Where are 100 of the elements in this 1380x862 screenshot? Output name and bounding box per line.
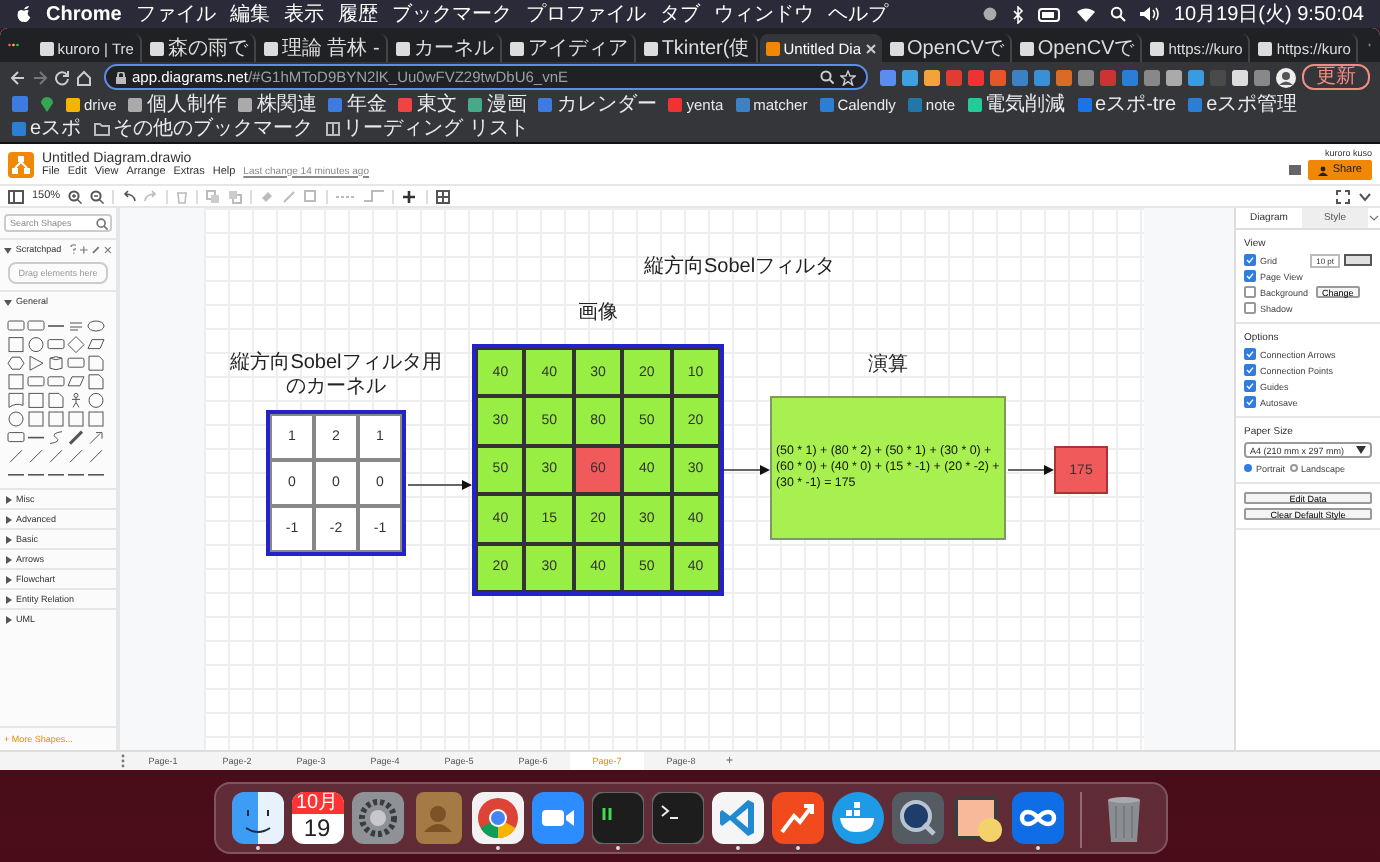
favicon-icon [889, 41, 904, 55]
chrome-logo-icon[interactable] [471, 792, 523, 844]
bookmark[interactable]: カレンダー [538, 92, 657, 116]
bookmark-icon [1188, 97, 1203, 111]
magnifier-icon[interactable] [891, 792, 943, 844]
whale-icon[interactable] [831, 792, 883, 844]
table-icon[interactable] [436, 189, 453, 203]
grid-color-swatch[interactable] [1344, 254, 1372, 266]
bookmark[interactable]: eスポ管理 [1188, 92, 1298, 116]
edit-icon[interactable] [92, 245, 101, 253]
bookmark-icon [238, 97, 253, 111]
bookmark[interactable]: eスポ [12, 116, 82, 140]
checkbox[interactable] [1244, 364, 1256, 376]
search-icon[interactable] [1109, 6, 1126, 22]
page-menu-icon[interactable] [120, 754, 126, 768]
gear-icon[interactable] [351, 792, 403, 844]
bookmark-icon [66, 97, 80, 111]
home-icon[interactable] [76, 69, 92, 85]
app-menu[interactable]: Chrome [46, 3, 122, 25]
checkbox[interactable] [1244, 396, 1256, 408]
insert-icon[interactable] [402, 189, 419, 203]
circle-icon[interactable] [981, 6, 998, 22]
menu-item[interactable]: ファイル [135, 0, 216, 28]
bookmark-icon [819, 97, 834, 111]
code-editor-icon[interactable] [711, 792, 763, 844]
folder-icon [93, 121, 110, 135]
favicon-icon [149, 41, 164, 55]
photo-stack-icon[interactable] [951, 792, 1003, 844]
menu-item[interactable]: 表示 [283, 0, 324, 28]
line-color-icon[interactable] [282, 189, 297, 203]
bookmark[interactable]: eスポ-tre [1077, 92, 1177, 116]
fullscreen-icon[interactable] [1336, 189, 1350, 203]
connector-arrow [407, 480, 472, 490]
menu-item[interactable]: プロファイル [525, 0, 646, 28]
zoom-icon[interactable] [820, 70, 834, 84]
favicon-icon [395, 41, 410, 55]
menu-item[interactable]: タブ [659, 0, 700, 28]
radio-button[interactable] [1289, 464, 1298, 472]
calendar-icon[interactable]: 10月 19 [291, 792, 343, 844]
bookmark[interactable]: 漫画 [468, 92, 527, 116]
favicon-icon [39, 41, 54, 55]
bookmark[interactable]: 年金 [328, 92, 387, 116]
apple-logo-icon[interactable] [16, 4, 32, 24]
bookmark[interactable]: 株関連 [238, 92, 317, 116]
menu-item[interactable]: 編集 [229, 0, 270, 28]
caret-icon [4, 495, 12, 503]
page-view-icon[interactable] [8, 189, 24, 203]
reading-list-icon [325, 121, 340, 135]
caret-icon [4, 575, 12, 583]
zoom-in-icon[interactable] [68, 189, 83, 203]
checkbox[interactable] [1244, 380, 1256, 392]
menu-item[interactable]: ブックマーク [391, 0, 512, 28]
bookmark[interactable]: 東文 [398, 92, 457, 116]
back-icon[interactable] [10, 69, 26, 85]
close-icon[interactable] [865, 43, 876, 53]
checkbox[interactable] [1244, 254, 1256, 266]
smiley-face-icon[interactable] [231, 792, 283, 844]
star-icon[interactable] [840, 69, 856, 85]
checkbox[interactable] [1244, 286, 1256, 298]
update-button[interactable]: 更新 [1302, 64, 1370, 90]
reading-list[interactable]: リーディング リスト [325, 116, 529, 140]
volume-icon[interactable] [1139, 6, 1160, 22]
menubar-clock[interactable]: 10月19日(火) 9:50:04 [1173, 0, 1364, 28]
zoom-out-icon[interactable] [90, 189, 105, 203]
caret-icon [4, 615, 12, 623]
bookmark[interactable]: 個人制作 [128, 92, 227, 116]
add-icon[interactable] [80, 245, 89, 253]
drawio-logo-icon [8, 151, 34, 177]
bookmark-icon [328, 97, 343, 111]
forward-icon[interactable] [32, 69, 48, 85]
bookmark-icon [128, 97, 143, 111]
menu-item[interactable]: ウィンドウ [713, 0, 814, 28]
reload-icon[interactable] [54, 69, 70, 85]
window-controls-icon[interactable] [8, 38, 20, 52]
bookmark-icon [735, 97, 750, 111]
wifi-icon[interactable] [1075, 6, 1096, 22]
bluetooth-icon[interactable] [1011, 5, 1024, 23]
menu-item[interactable]: ヘルプ [827, 0, 888, 28]
close-icon[interactable] [104, 245, 112, 253]
help-icon[interactable] [69, 244, 77, 254]
checkbox[interactable] [1244, 302, 1256, 314]
infinity-icon[interactable] [1011, 792, 1063, 844]
favicon-icon [765, 41, 780, 55]
map-pin-icon[interactable] [40, 96, 54, 112]
bookmark-folder[interactable]: その他のブックマーク [93, 116, 314, 140]
checkbox[interactable] [1244, 270, 1256, 282]
caret-icon [4, 555, 12, 563]
fill-color-icon[interactable] [260, 189, 275, 203]
undo-icon[interactable] [122, 190, 137, 202]
radio-button[interactable] [1244, 464, 1252, 472]
bookmark[interactable]: 電気削減 [967, 92, 1066, 116]
image-label: 画像 [578, 302, 618, 325]
bookmark-icon [538, 97, 553, 111]
video-camera-icon[interactable] [531, 792, 583, 844]
battery-icon[interactable] [1037, 7, 1062, 21]
bookmark-icon [1077, 97, 1092, 111]
avatar-icon[interactable] [1276, 67, 1296, 87]
favicon-icon [643, 41, 658, 55]
checkbox[interactable] [1244, 348, 1256, 360]
menu-item[interactable]: 履歴 [337, 0, 378, 28]
